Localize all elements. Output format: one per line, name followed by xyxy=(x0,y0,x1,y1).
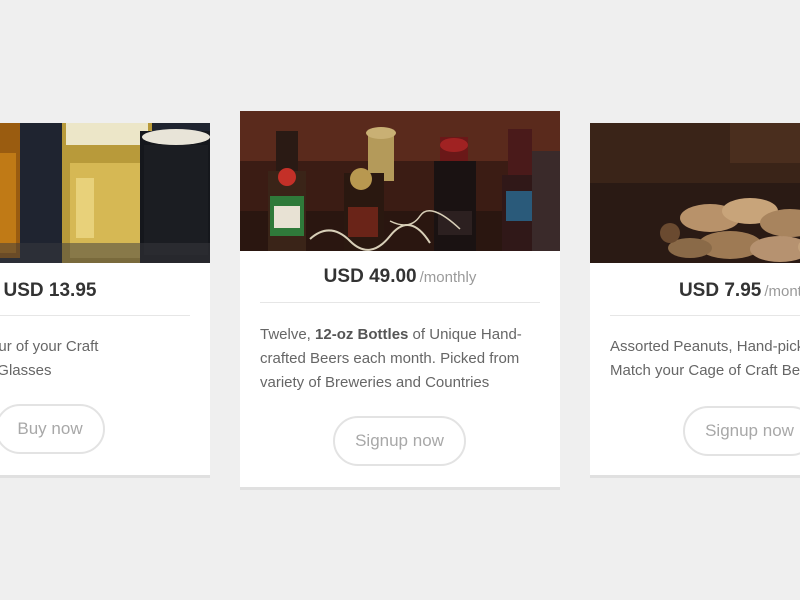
description-line: Match your Cage of Craft Beers xyxy=(610,362,800,379)
product-card-tasting-glasses: USD 13.95 Unique Flavour of your Craft B… xyxy=(0,123,210,475)
description-prefix: Twelve, xyxy=(260,326,316,343)
description-line: Beer Tasting Glasses xyxy=(0,362,52,379)
billing-period: /monthly xyxy=(764,283,800,300)
divider xyxy=(260,302,540,303)
price-row: USD 7.95/monthly xyxy=(590,280,800,302)
product-card-monthly-bottles: USD 49.00/monthly Twelve, 12-oz Bottles … xyxy=(240,111,560,487)
product-description: Twelve, 12-oz Bottles of Unique Hand-cra… xyxy=(260,323,544,395)
price: USD 49.00 xyxy=(323,266,417,287)
beer-bottles-photo xyxy=(240,111,560,251)
description-highlight: 12-oz Bottles xyxy=(315,326,409,343)
price-row: USD 13.95 xyxy=(0,280,210,302)
billing-period: /monthly xyxy=(419,269,477,286)
product-description: Unique Flavour of your Craft Beer Tastin… xyxy=(0,335,210,383)
price: USD 7.95 xyxy=(678,280,762,301)
product-card-peanuts: USD 7.95/monthly Assorted Peanuts, Hand-… xyxy=(590,123,800,475)
peanuts-photo xyxy=(590,123,800,263)
description-line: Assorted Peanuts, Hand-picked to xyxy=(610,338,800,355)
divider xyxy=(0,315,190,316)
price: USD 13.95 xyxy=(3,280,97,301)
signup-now-button[interactable]: Signup now xyxy=(683,406,800,456)
price-row: USD 49.00/monthly xyxy=(240,266,560,288)
buy-now-button[interactable]: Buy now xyxy=(0,404,105,454)
beer-glasses-photo xyxy=(0,123,210,263)
product-description: Assorted Peanuts, Hand-picked to Match y… xyxy=(610,335,800,383)
signup-now-button[interactable]: Signup now xyxy=(333,416,466,466)
description-line: Unique Flavour of your Craft xyxy=(0,338,99,355)
divider xyxy=(610,315,800,316)
pricing-stage: USD 13.95 Unique Flavour of your Craft B… xyxy=(0,0,800,600)
